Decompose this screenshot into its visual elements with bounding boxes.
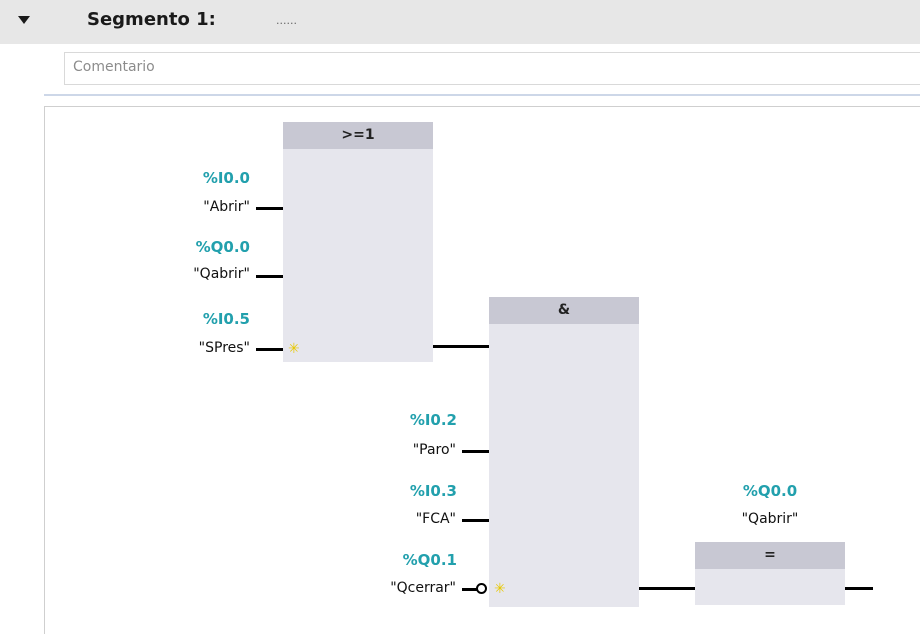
or-input-1-wire [256,207,283,210]
and-input-2-tag[interactable]: "FCA" [416,511,456,527]
or-to-and-wire [433,345,489,348]
segment-title: Segmento 1: [87,9,216,30]
and-input-1-tag[interactable]: "Paro" [413,442,456,458]
and-add-input-star-icon[interactable]: ✳ [494,582,506,596]
separator-line [44,94,920,96]
segment-title-dots[interactable]: ...... [276,14,297,27]
and-input-2-address[interactable]: %I0.3 [410,482,457,500]
or-add-input-star-icon[interactable]: ✳ [288,342,300,356]
output-tag[interactable]: "Qabrir" [720,511,820,527]
and-input-3-tag[interactable]: "Qcerrar" [390,580,456,596]
or-block-header: >=1 [283,122,433,149]
or-input-2-wire [256,275,283,278]
or-input-2-address[interactable]: %Q0.0 [196,238,250,256]
or-input-3-address[interactable]: %I0.5 [203,310,250,328]
and-input-2-wire [462,519,489,522]
or-input-3-wire [256,348,283,351]
and-block[interactable]: & [489,297,639,607]
or-input-3-tag[interactable]: "SPres" [199,340,250,356]
and-block-header: & [489,297,639,324]
negation-circle-icon[interactable] [476,583,487,594]
segment-header: Segmento 1: ...... [0,0,920,44]
assign-output-wire [845,587,873,590]
collapse-triangle-icon[interactable] [18,16,30,24]
and-input-3-address[interactable]: %Q0.1 [403,551,457,569]
and-to-assign-wire [639,587,695,590]
and-input-1-address[interactable]: %I0.2 [410,411,457,429]
or-input-2-tag[interactable]: "Qabrir" [193,266,250,282]
and-input-1-wire [462,450,489,453]
comment-placeholder: Comentario [73,59,155,75]
or-input-1-address[interactable]: %I0.0 [203,169,250,187]
or-input-1-tag[interactable]: "Abrir" [203,199,250,215]
or-block[interactable]: >=1 [283,122,433,362]
output-address[interactable]: %Q0.0 [720,482,820,500]
assign-block[interactable]: = [695,542,845,605]
segment-comment-field[interactable]: Comentario [64,52,920,85]
assign-block-header: = [695,542,845,569]
